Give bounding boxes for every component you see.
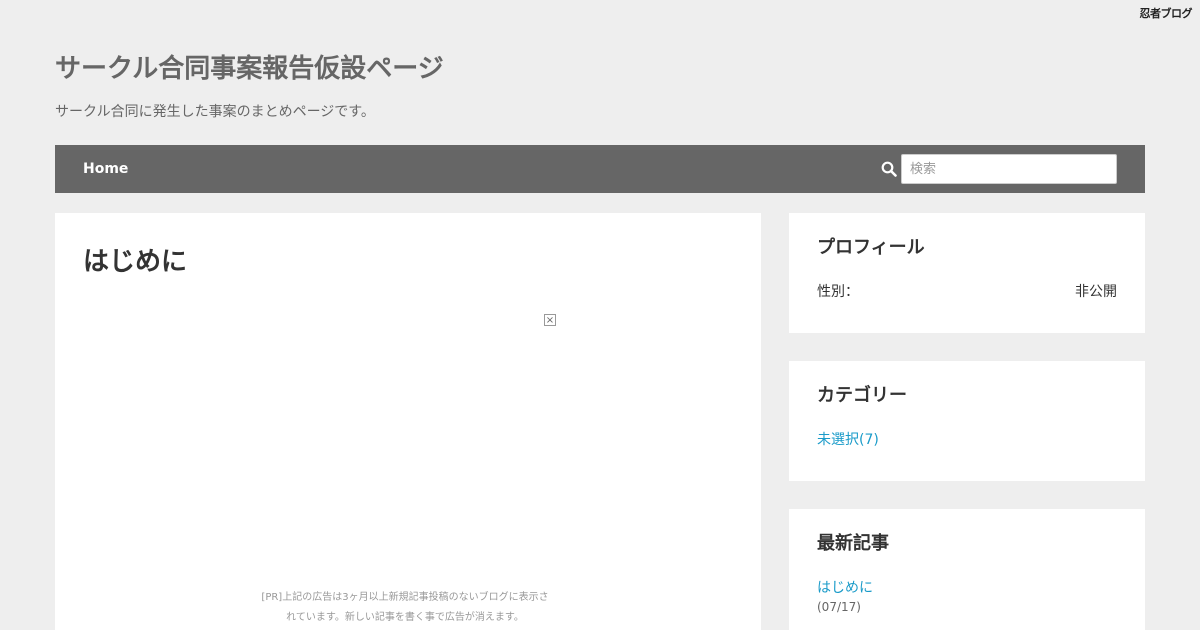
profile-widget: プロフィール 性別： 非公開 [789,213,1145,333]
site-header: サークル合同事案報告仮設ページ サークル合同に発生した事案のまとめページです。 [55,48,444,121]
recent-widget-title: 最新記事 [817,533,889,554]
site-description: サークル合同に発生した事案のまとめページです。 [55,104,375,120]
nav-home-link[interactable]: Home [83,145,128,193]
category-widget-title: カテゴリー [817,385,907,406]
ninja-blog-logo[interactable]: 忍者ブログ [1140,5,1193,21]
search-input[interactable] [901,154,1117,184]
recent-posts-widget: 最新記事 はじめに (07/17) [789,509,1145,630]
profile-gender-label: 性別： [817,284,859,300]
category-widget: カテゴリー 未選択(7) [789,361,1145,481]
ad-notice: [PR]上記の広告は3ヶ月以上新規記事投稿のないブログに表示さ れています。新し… [245,588,565,628]
search-icon [881,161,897,177]
profile-gender-value: 非公開 [1075,284,1117,300]
site-title[interactable]: サークル合同事案報告仮設ページ [55,48,444,85]
recent-post-item: はじめに (07/17) [817,577,873,614]
main-content: はじめに × [PR]上記の広告は3ヶ月以上新規記事投稿のないブログに表示さ れ… [55,213,761,630]
main-navbar: Home [55,145,1145,193]
profile-widget-title: プロフィール [817,237,925,258]
entry-title[interactable]: はじめに [83,241,187,278]
ad-notice-line1: [PR]上記の広告は3ヶ月以上新規記事投稿のないブログに表示さ [261,592,549,603]
ad-close-button[interactable]: × [544,314,556,326]
recent-post-link[interactable]: はじめに [817,580,873,596]
category-link-unselected[interactable]: 未選択(7) [817,429,879,449]
ad-notice-line2: れています。新しい記事を書く事で広告が消えます。 [286,612,524,623]
recent-post-date: (07/17) [817,600,861,614]
